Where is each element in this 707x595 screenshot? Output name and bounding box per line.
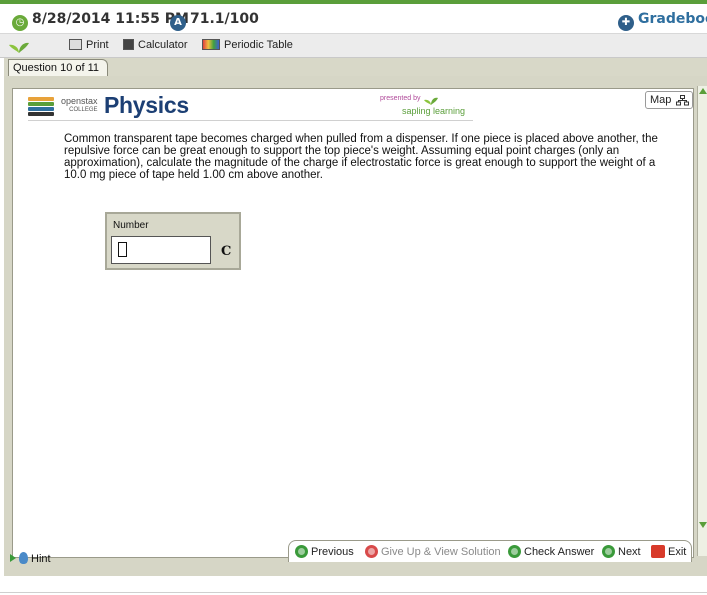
- calculator-button[interactable]: Calculator: [123, 39, 188, 51]
- question-panel: openstax COLLEGE Physics presented by sa…: [12, 88, 694, 558]
- next-label: Next: [618, 546, 641, 558]
- print-label: Print: [86, 39, 109, 51]
- hint-label: Hint: [31, 553, 51, 565]
- check-answer-label: Check Answer: [524, 546, 595, 558]
- map-label: Map: [650, 94, 672, 106]
- publisher-sub: COLLEGE: [69, 107, 98, 113]
- periodic-table-label: Periodic Table: [224, 39, 293, 51]
- answer-label: Number: [113, 220, 149, 231]
- previous-button[interactable]: Previous: [295, 545, 354, 558]
- printer-icon: [69, 39, 82, 50]
- sapling-leaf-icon: [9, 42, 29, 53]
- partner-name: sapling learning: [402, 106, 466, 116]
- calculator-label: Calculator: [138, 39, 188, 51]
- exit-button[interactable]: Exit: [651, 545, 686, 558]
- check-icon: [508, 545, 521, 558]
- question-nav: Previous Give Up & View Solution Check A…: [288, 540, 692, 562]
- tab-question-label: Question 10 of 11: [13, 62, 100, 74]
- next-icon: [602, 545, 615, 558]
- toolbar: Print Calculator Periodic Table: [0, 34, 707, 58]
- previous-icon: [295, 545, 308, 558]
- tab-strip: Question 10 of 11: [4, 58, 707, 77]
- lightbulb-icon: [19, 552, 28, 564]
- scrollbar[interactable]: [697, 86, 707, 556]
- periodic-table-icon: [202, 39, 220, 50]
- due-date: ◷ 8/28/2014 11:55 PM: [12, 11, 189, 31]
- due-date-text: 8/28/2014 11:55 PM: [32, 11, 189, 27]
- answer-unit: C: [221, 244, 232, 259]
- status-bar: ◷8/28/2014 11:55 PM A71.1/100 ✚Gradebook: [0, 0, 707, 34]
- check-answer-button[interactable]: Check Answer: [508, 545, 594, 558]
- periodic-table-button[interactable]: Periodic Table: [202, 39, 293, 51]
- presented-by: presented by: [380, 95, 421, 102]
- page-divider: [0, 592, 707, 593]
- answer-box: Number C: [105, 212, 241, 270]
- scroll-up-icon[interactable]: [699, 88, 707, 94]
- print-button[interactable]: Print: [69, 39, 109, 51]
- give-up-button[interactable]: Give Up & View Solution: [365, 545, 501, 558]
- question-frame: openstax COLLEGE Physics presented by sa…: [4, 76, 707, 576]
- give-up-label: Give Up & View Solution: [381, 546, 501, 558]
- text-cursor-icon: [118, 242, 127, 257]
- answer-input[interactable]: [111, 236, 211, 264]
- sapling-logo-icon: [424, 97, 438, 105]
- gradebook-label: Gradebook: [638, 11, 707, 27]
- scroll-down-icon[interactable]: [699, 522, 707, 528]
- clock-icon: ◷: [12, 15, 28, 31]
- header-divider: [28, 120, 473, 121]
- sitemap-icon: [676, 95, 689, 106]
- expand-triangle-icon: [10, 554, 16, 562]
- next-button[interactable]: Next: [602, 545, 641, 558]
- question-text: Common transparent tape becomes charged …: [64, 133, 658, 181]
- publisher-logo: openstax COLLEGE: [61, 97, 98, 115]
- score-icon: A: [170, 15, 186, 31]
- exit-icon: [651, 545, 665, 558]
- publisher-name: openstax: [61, 96, 98, 106]
- hint-button[interactable]: Hint: [10, 552, 51, 565]
- partner-logo: sapling learning: [402, 97, 466, 116]
- gradebook-icon: ✚: [618, 15, 634, 31]
- exit-label: Exit: [668, 546, 687, 558]
- score-text: 71.1/100: [190, 11, 259, 27]
- tab-question[interactable]: Question 10 of 11: [8, 59, 109, 77]
- subject-title: Physics: [104, 92, 189, 118]
- gradebook-link[interactable]: ✚Gradebook: [618, 11, 707, 31]
- give-up-icon: [365, 545, 378, 558]
- score: A 71.1/100: [170, 11, 259, 31]
- previous-label: Previous: [311, 546, 354, 558]
- calculator-icon: [123, 39, 134, 50]
- openstax-logo-icon: [28, 97, 54, 116]
- map-button[interactable]: Map: [645, 91, 693, 109]
